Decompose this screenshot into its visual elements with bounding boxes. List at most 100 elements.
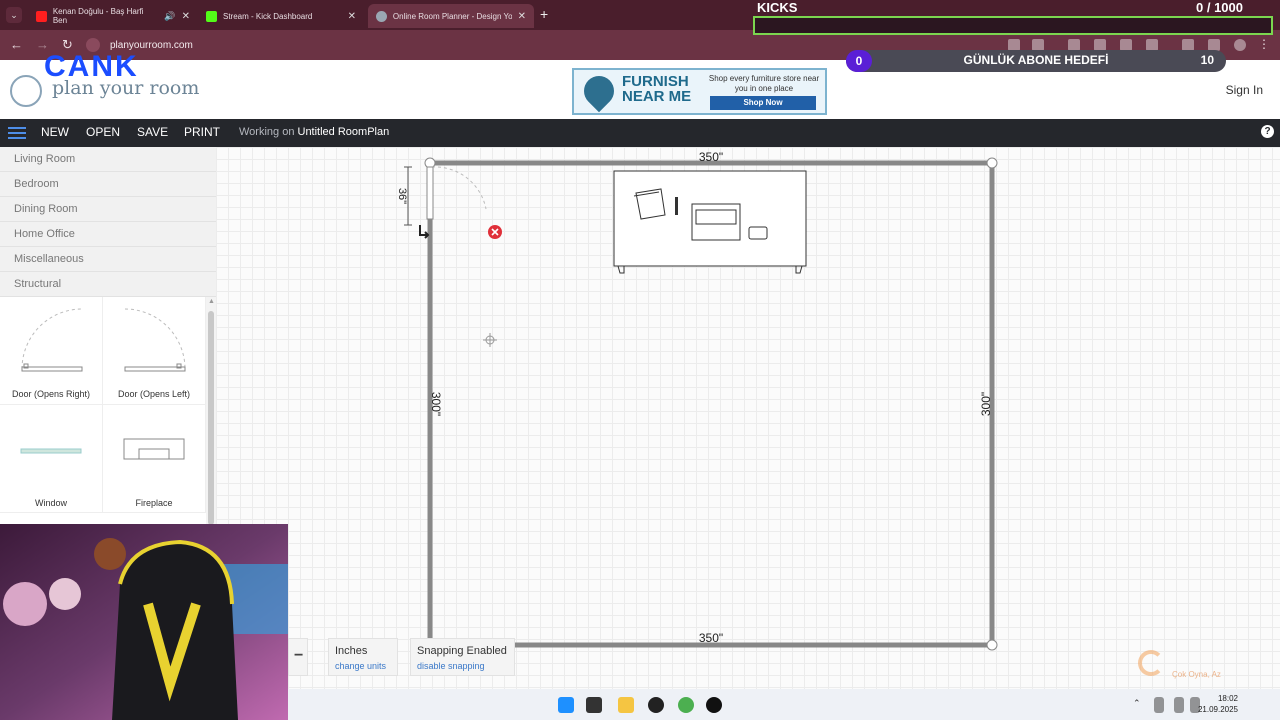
plan-name[interactable]: Untitled RoomPlan bbox=[298, 126, 390, 138]
window-icon bbox=[20, 448, 82, 454]
door-dimension: 36" bbox=[396, 188, 408, 204]
new-tab-button[interactable]: + bbox=[540, 6, 548, 22]
url-field[interactable]: planyourroom.com bbox=[86, 35, 756, 55]
url-text: planyourroom.com bbox=[110, 39, 193, 51]
change-units-link[interactable]: change units bbox=[335, 661, 386, 671]
clock-date: 21.09.2025 bbox=[1197, 705, 1238, 714]
disable-snapping-link[interactable]: disable snapping bbox=[417, 661, 485, 671]
kick-favicon-icon bbox=[206, 10, 217, 22]
working-prefix: Working on bbox=[239, 126, 295, 138]
chrome-icon[interactable] bbox=[678, 697, 694, 713]
watermark-text: Çok Oyna, Az bbox=[1172, 670, 1221, 679]
task-view-icon[interactable] bbox=[586, 697, 602, 713]
back-icon[interactable]: ← bbox=[10, 37, 23, 52]
scrollbar-thumb[interactable] bbox=[208, 311, 214, 525]
phone-icon bbox=[748, 226, 768, 240]
system-clock[interactable]: 18:02 21.09.2025 bbox=[1198, 693, 1238, 715]
door-opens-left-icon bbox=[124, 308, 186, 372]
item-palette: Door (Opens Right) Door (Opens Left) Win… bbox=[0, 297, 206, 525]
browser-menu-icon[interactable]: ⋮ bbox=[1258, 37, 1270, 51]
furnish-ad-banner[interactable]: FURNISH NEAR ME Shop every furniture sto… bbox=[572, 68, 827, 115]
microphone-icon[interactable] bbox=[1154, 697, 1164, 713]
ad-title: FURNISH NEAR ME bbox=[622, 73, 692, 105]
help-icon[interactable]: ? bbox=[1261, 125, 1274, 138]
zoom-out-button[interactable]: − bbox=[288, 638, 308, 676]
tab-title: Stream - Kick Dashboard bbox=[223, 11, 313, 21]
category-dining-room[interactable]: Dining Room bbox=[0, 197, 216, 222]
palette-fireplace[interactable]: Fireplace bbox=[103, 405, 206, 513]
tab-title: Kenan Doğulu - Baş Harfi Ben bbox=[52, 7, 144, 25]
top-dimension: 350" bbox=[699, 150, 723, 164]
plush-toy bbox=[49, 578, 81, 610]
file-explorer-icon[interactable] bbox=[618, 697, 634, 713]
windows-start-icon[interactable] bbox=[558, 697, 574, 713]
left-dimension: 300" bbox=[429, 392, 443, 416]
palette-label: Door (Opens Right) bbox=[11, 389, 91, 399]
kicks-progress-bar bbox=[753, 16, 1273, 35]
globe-favicon-icon bbox=[376, 10, 387, 22]
speaker-icon: 🔊 bbox=[164, 10, 176, 21]
tab-room-planner[interactable]: Online Room Planner - Design Yo ✕ bbox=[368, 4, 534, 28]
app-icon[interactable] bbox=[706, 697, 722, 713]
profile-avatar-icon[interactable] bbox=[1234, 39, 1246, 51]
save-button[interactable]: SAVE bbox=[137, 125, 168, 139]
palette-door-opens-right[interactable]: Door (Opens Right) bbox=[0, 297, 103, 405]
move-cursor-icon bbox=[483, 333, 497, 347]
door-swing[interactable] bbox=[431, 166, 487, 210]
snapping-title: Snapping Enabled bbox=[417, 645, 507, 657]
working-on-label: Working on Untitled RoomPlan bbox=[239, 126, 389, 138]
door[interactable] bbox=[426, 166, 434, 220]
room-plan: 350" 350" 300" 300" 36" bbox=[396, 150, 998, 651]
subscriber-goal-overlay: GÜNLÜK ABONE HEDEFİ 0 10 bbox=[846, 50, 1226, 72]
scroll-up-icon[interactable]: ▲ bbox=[208, 298, 215, 305]
corner-handle[interactable] bbox=[986, 639, 998, 651]
snapping-control[interactable]: Snapping Enabled disable snapping bbox=[410, 638, 515, 676]
door-opens-right-icon bbox=[21, 308, 83, 372]
palette-door-opens-left[interactable]: Door (Opens Left) bbox=[103, 297, 206, 405]
laptop-keyboard bbox=[695, 209, 737, 225]
tab-title: Online Room Planner - Design Yo bbox=[392, 11, 512, 21]
category-bedroom[interactable]: Bedroom bbox=[0, 172, 216, 197]
open-button[interactable]: OPEN bbox=[86, 125, 120, 139]
palette-scrollbar[interactable]: ▲ bbox=[206, 297, 216, 525]
palette-label: Window bbox=[34, 498, 67, 508]
right-dimension: 300" bbox=[979, 392, 993, 416]
close-tab-icon[interactable]: ✕ bbox=[348, 11, 356, 22]
desk-furniture[interactable] bbox=[613, 170, 807, 274]
units-control[interactable]: Inches change units bbox=[328, 638, 398, 676]
tab-search-dropdown[interactable]: ⌄ bbox=[6, 7, 22, 23]
category-miscellaneous[interactable]: Miscellaneous bbox=[0, 247, 216, 272]
tray-overflow-icon[interactable]: ⌃ bbox=[1133, 698, 1141, 709]
sidebar: Living Room Bedroom Dining Room Home Off… bbox=[0, 147, 216, 525]
ad-shop-now-button[interactable]: Shop Now bbox=[710, 96, 816, 110]
tab-kick-dashboard[interactable]: Stream - Kick Dashboard ✕ bbox=[198, 4, 364, 28]
close-tab-icon[interactable]: ✕ bbox=[182, 11, 190, 22]
gaming-chair bbox=[112, 542, 238, 720]
goal-text: GÜNLÜK ABONE HEDEFİ bbox=[963, 53, 1109, 67]
webcam-overlay bbox=[0, 524, 288, 720]
obs-icon[interactable] bbox=[648, 697, 664, 713]
watermark-logo-icon bbox=[1138, 650, 1164, 676]
flower-logo-icon bbox=[10, 75, 42, 107]
webcam-feed bbox=[0, 524, 288, 720]
tab-kenan-dogulu[interactable]: Kenan Doğulu - Baş Harfi Ben 🔊 ✕ bbox=[28, 4, 198, 28]
close-tab-icon[interactable]: ✕ bbox=[518, 11, 526, 22]
corner-handle[interactable] bbox=[986, 157, 998, 169]
kicks-label: KICKS bbox=[757, 0, 798, 15]
sign-in-link[interactable]: Sign In bbox=[1226, 83, 1263, 97]
print-button[interactable]: PRINT bbox=[184, 125, 220, 139]
category-home-office[interactable]: Home Office bbox=[0, 222, 216, 247]
units-title: Inches bbox=[335, 645, 368, 657]
pen-icon bbox=[675, 197, 678, 215]
map-pin-icon bbox=[577, 69, 621, 113]
goal-current: 0 bbox=[846, 50, 872, 72]
goal-target: 10 bbox=[1200, 53, 1214, 67]
category-structural[interactable]: Structural bbox=[0, 272, 216, 297]
hamburger-menu-icon[interactable] bbox=[8, 127, 26, 139]
category-living-room[interactable]: Living Room bbox=[0, 147, 216, 172]
rotate-handle-icon[interactable] bbox=[419, 225, 430, 239]
new-button[interactable]: NEW bbox=[41, 125, 69, 139]
network-icon[interactable] bbox=[1174, 697, 1184, 713]
palette-window[interactable]: Window bbox=[0, 405, 103, 513]
design-canvas[interactable]: 350" 350" 300" 300" 36" − Inches change … bbox=[216, 147, 1280, 689]
